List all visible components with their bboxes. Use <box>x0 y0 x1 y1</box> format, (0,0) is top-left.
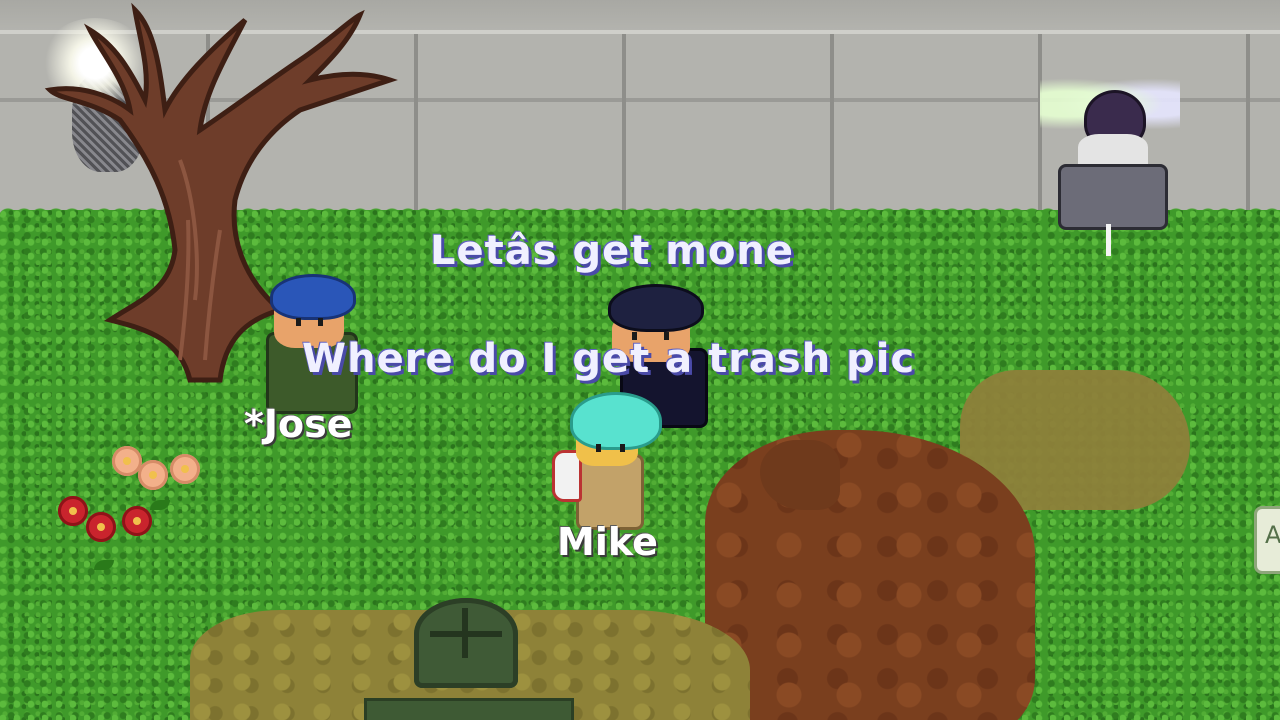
player-cap <box>270 274 356 320</box>
player-hair <box>570 392 662 450</box>
player-winged[interactable] <box>1040 44 1180 258</box>
mud-patch <box>705 430 1035 720</box>
player-pointer <box>1106 224 1111 256</box>
flower-pink-icon <box>138 460 168 490</box>
player-hair <box>608 284 704 332</box>
flower-red-icon <box>122 506 152 536</box>
player-name-mike: Mike <box>557 520 658 564</box>
flower-red-icon <box>58 496 88 526</box>
game-scene[interactable]: Letâs get mone Where do I get a trash pi… <box>0 0 1280 720</box>
chat-bubble-text: Where do I get a trash pic <box>302 336 916 382</box>
player-name-jose: *Jose <box>244 402 353 446</box>
player-eye <box>620 444 625 452</box>
player-body <box>1058 164 1168 230</box>
player-eye <box>596 444 601 452</box>
well-icon[interactable] <box>414 598 518 688</box>
player-eye <box>296 318 301 326</box>
flower-red-icon <box>86 512 116 542</box>
bench-icon[interactable] <box>364 698 574 720</box>
flower-pink-icon <box>170 454 200 484</box>
chat-bubble-text: Letâs get mone <box>430 228 795 274</box>
side-panel-tab-glyph: A <box>1265 521 1280 549</box>
side-panel-tab[interactable]: A <box>1254 506 1280 574</box>
player-eye <box>318 318 323 326</box>
player-mike[interactable] <box>552 392 662 530</box>
